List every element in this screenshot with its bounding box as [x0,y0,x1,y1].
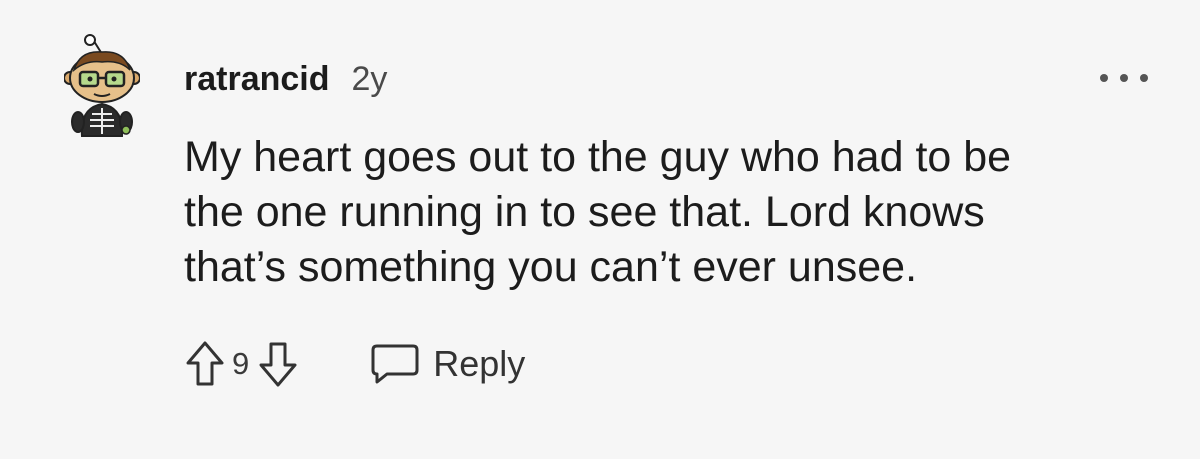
comment-line: the one running in to see that. Lord kno… [184,188,985,236]
comment-line: My heart goes out to the guy who had to … [184,133,1012,181]
dot [1100,74,1108,82]
dot [1140,74,1148,82]
comment-header: ratrancid 2y [184,60,387,108]
comment-card: ratrancid 2y My heart goes out to the gu… [0,0,1200,459]
snoo-avatar-icon [64,34,140,137]
more-options-icon[interactable] [1100,68,1148,88]
speech-bubble-icon [371,344,419,384]
downvote-arrow-icon[interactable] [257,339,299,389]
username-link[interactable]: ratrancid [184,60,330,99]
comment-body: My heart goes out to the guy who had to … [184,130,1124,295]
vote-score: 9 [232,346,250,381]
comment-line: that’s something you can’t ever unsee. [184,243,918,291]
reply-label: Reply [433,343,526,384]
avatar[interactable] [64,34,140,138]
dot [1120,74,1128,82]
comment-age: 2y [351,60,388,98]
comment-actions: 9 Reply [184,336,525,392]
upvote-arrow-icon[interactable] [184,339,226,389]
reply-button[interactable]: Reply [369,342,525,386]
